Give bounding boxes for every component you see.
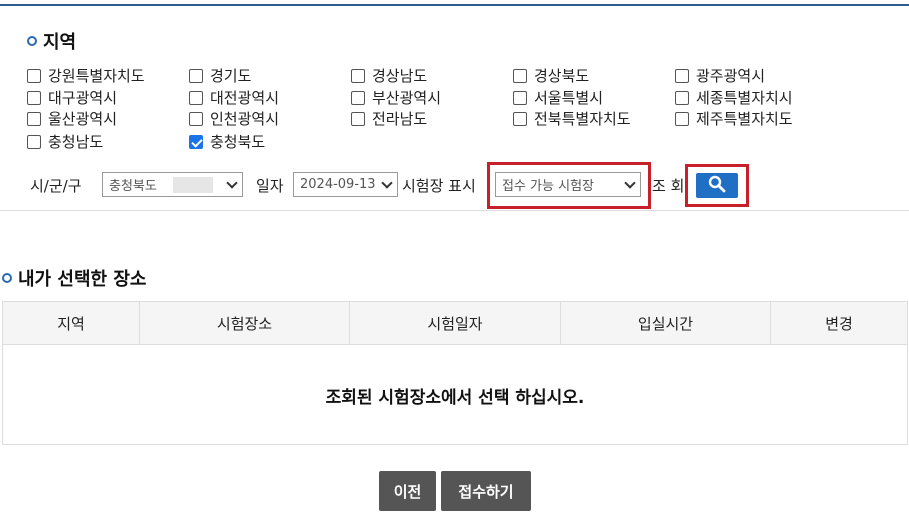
filter-row: 시/군/구 충청북도 일자 2024-09-13 시험장 표시 접수 가능 시험… <box>0 170 909 200</box>
checkbox-icon[interactable] <box>513 90 527 105</box>
column-header-entry-time: 입실시간 <box>561 302 771 344</box>
date-select-value: 2024-09-13 <box>300 177 376 192</box>
region-checkbox-busan[interactable]: 부산광역시 <box>351 87 441 108</box>
checkbox-icon[interactable] <box>513 68 527 83</box>
table-header: 지역 시험장소 시험일자 입실시간 변경 <box>3 302 907 345</box>
region-checkbox-daegu[interactable]: 대구광역시 <box>27 87 117 108</box>
region-section-title: 지역 <box>27 28 76 54</box>
district-label: 시/군/구 <box>30 177 82 195</box>
district-select[interactable]: 충청북도 <box>102 172 243 197</box>
bullet-icon <box>2 273 12 283</box>
bullet-icon <box>27 36 37 46</box>
region-checkbox-incheon[interactable]: 인천광역시 <box>189 108 279 129</box>
submit-button[interactable]: 접수하기 <box>441 471 531 511</box>
region-title-text: 지역 <box>43 32 77 53</box>
date-select[interactable]: 2024-09-13 <box>293 172 398 197</box>
region-checkbox-seoul[interactable]: 서울특별시 <box>513 87 603 108</box>
chevron-down-icon <box>226 177 238 189</box>
region-checkbox-chungbuk[interactable]: 충청북도 <box>189 131 265 152</box>
highlight-box-display <box>487 162 651 209</box>
prev-button[interactable]: 이전 <box>379 471 436 511</box>
chevron-down-icon <box>381 177 393 189</box>
region-checkbox-jeonbuk[interactable]: 전북특별자치도 <box>513 108 631 129</box>
region-checkbox-gyeonggi[interactable]: 경기도 <box>189 65 251 86</box>
date-label: 일자 <box>256 177 284 195</box>
region-checkbox-gyeongbuk[interactable]: 경상북도 <box>513 65 589 86</box>
redacted-area <box>173 177 213 193</box>
region-checkbox-sejong[interactable]: 세종특별자치시 <box>675 87 793 108</box>
checkbox-icon[interactable] <box>351 68 365 83</box>
checkbox-icon[interactable] <box>351 90 365 105</box>
empty-message: 조회된 시험장소에서 선택 하십시오. <box>325 387 585 408</box>
checkbox-icon[interactable] <box>27 68 41 83</box>
my-selection-title-text: 내가 선택한 장소 <box>18 269 147 290</box>
region-checkbox-gwangju[interactable]: 광주광역시 <box>675 65 765 86</box>
region-checkbox-gangwon[interactable]: 강원특별자치도 <box>27 65 145 86</box>
checkbox-checked-icon[interactable] <box>189 134 203 149</box>
top-border <box>0 4 909 6</box>
checkbox-icon[interactable] <box>27 134 41 149</box>
region-checkbox-ulsan[interactable]: 울산광역시 <box>27 108 117 129</box>
checkbox-icon[interactable] <box>675 68 689 83</box>
divider <box>0 210 909 211</box>
region-checkbox-jeju[interactable]: 제주특별자치도 <box>675 108 793 129</box>
selection-table: 지역 시험장소 시험일자 입실시간 변경 조회된 시험장소에서 선택 하십시오. <box>2 301 908 445</box>
my-selection-title: 내가 선택한 장소 <box>2 265 146 291</box>
checkbox-icon[interactable] <box>189 111 203 126</box>
checkbox-icon[interactable] <box>513 111 527 126</box>
column-header-venue: 시험장소 <box>140 302 350 344</box>
search-label: 조 회 <box>652 177 685 195</box>
district-select-value: 충청북도 <box>109 179 157 194</box>
checkbox-icon[interactable] <box>27 90 41 105</box>
column-header-date: 시험일자 <box>350 302 561 344</box>
display-label: 시험장 표시 <box>402 177 476 195</box>
checkbox-icon[interactable] <box>189 68 203 83</box>
checkbox-icon[interactable] <box>189 90 203 105</box>
checkbox-icon[interactable] <box>675 90 689 105</box>
highlight-box-search <box>685 164 749 207</box>
region-checkbox-chungnam[interactable]: 충청남도 <box>27 131 103 152</box>
column-header-region: 지역 <box>3 302 140 344</box>
checkbox-icon[interactable] <box>27 111 41 126</box>
checkbox-icon[interactable] <box>675 111 689 126</box>
region-checkbox-jeonnam[interactable]: 전라남도 <box>351 108 427 129</box>
region-checkbox-daejeon[interactable]: 대전광역시 <box>189 87 279 108</box>
column-header-change: 변경 <box>825 314 853 333</box>
region-checkbox-gyeongnam[interactable]: 경상남도 <box>351 65 427 86</box>
checkbox-icon[interactable] <box>351 111 365 126</box>
